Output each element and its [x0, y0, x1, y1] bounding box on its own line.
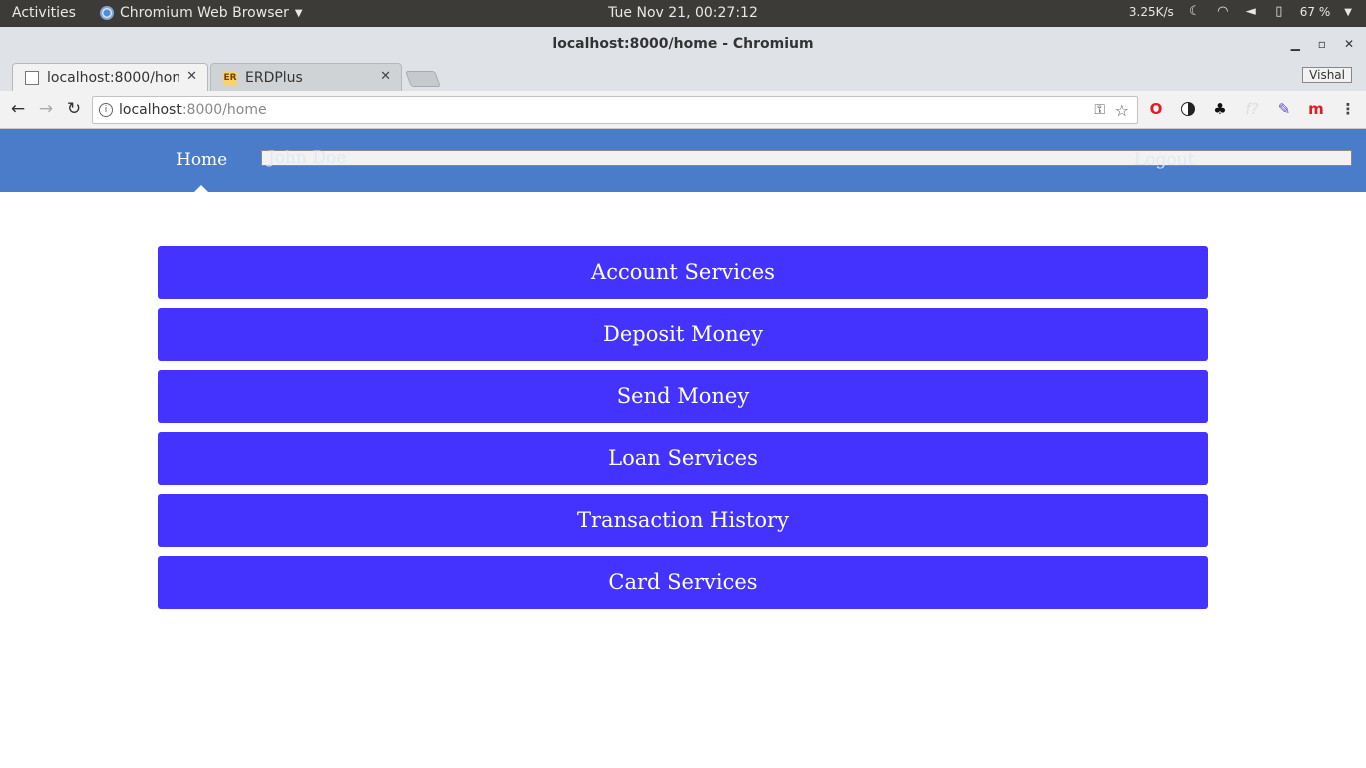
services-menu: Account Services Deposit Money Send Mone…: [158, 246, 1208, 618]
fx-extension-icon[interactable]: f?: [1242, 99, 1262, 119]
tab-localhost[interactable]: localhost:8000/hom ✕: [12, 63, 208, 91]
system-tray[interactable]: 3.25K/s ☾ ◠ ◄ ▯ 67 % ▼: [1128, 4, 1352, 20]
app-menu-label: Chromium Web Browser: [120, 5, 289, 21]
chevron-down-icon: ▼: [294, 7, 303, 19]
nav-home-link[interactable]: Home: [176, 150, 227, 170]
profile-button[interactable]: Vishal: [1302, 67, 1352, 83]
deposit-money-button[interactable]: Deposit Money: [158, 308, 1208, 361]
chevron-down-icon: ▼: [1344, 6, 1352, 18]
close-tab-icon[interactable]: ✕: [380, 69, 391, 84]
battery-icon: ▯: [1275, 4, 1283, 19]
loan-services-button[interactable]: Loan Services: [158, 432, 1208, 485]
send-money-button[interactable]: Send Money: [158, 370, 1208, 423]
browser-toolbar: ← → ↻ i localhost:8000/home ⚿ ☆ O ♣ f? ✎…: [0, 91, 1366, 129]
tab-label: localhost:8000/hom: [47, 70, 179, 86]
m-extension-icon[interactable]: m: [1306, 99, 1326, 119]
chromium-icon: [100, 6, 114, 20]
key-icon[interactable]: ⚿: [1094, 102, 1105, 118]
account-services-button[interactable]: Account Services: [158, 246, 1208, 299]
erdplus-icon: ER: [223, 71, 237, 85]
back-arrow-icon[interactable]: ←: [8, 99, 28, 119]
bookmark-star-icon[interactable]: ☆: [1115, 101, 1129, 120]
new-tab-button[interactable]: [405, 71, 441, 87]
forward-arrow-icon[interactable]: →: [36, 99, 56, 119]
transaction-history-button[interactable]: Transaction History: [158, 494, 1208, 547]
maximize-icon[interactable]: ▫: [1318, 37, 1326, 51]
info-icon[interactable]: i: [99, 103, 113, 117]
minimize-icon[interactable]: ▁: [1291, 37, 1300, 51]
app-menu[interactable]: Chromium Web Browser ▼: [100, 5, 303, 21]
tab-label: ERDPlus: [245, 70, 303, 86]
tab-strip: localhost:8000/hom ✕ ER ERDPlus ✕ Vishal: [0, 63, 1366, 91]
system-top-bar: Activities Chromium Web Browser ▼ Tue No…: [0, 0, 1366, 27]
url-host: localhost: [119, 102, 182, 118]
contrast-extension-icon[interactable]: [1178, 99, 1198, 119]
net-speed: 3.25K/s: [1128, 5, 1174, 19]
card-services-button[interactable]: Card Services: [158, 556, 1208, 609]
gnome-extension-icon[interactable]: ♣: [1210, 99, 1230, 119]
address-bar[interactable]: i localhost:8000/home ⚿ ☆: [92, 96, 1138, 124]
site-navbar: Home John Doe Logout: [0, 129, 1366, 192]
address-url[interactable]: localhost:8000/home: [119, 102, 267, 118]
reload-icon[interactable]: ↻: [64, 99, 84, 119]
window-controls: ▁ ▫ ✕: [1291, 37, 1354, 51]
page-icon: [25, 71, 39, 85]
night-mode-icon: ☾: [1188, 4, 1201, 19]
window-title: localhost:8000/home - Chromium: [552, 36, 814, 52]
close-icon[interactable]: ✕: [1344, 37, 1354, 51]
tab-erdplus[interactable]: ER ERDPlus ✕: [210, 63, 402, 91]
battery-level: 67 %: [1299, 5, 1331, 19]
opera-extension-icon[interactable]: O: [1146, 99, 1166, 119]
color-picker-icon[interactable]: ✎: [1274, 99, 1294, 119]
wifi-icon: ◠: [1217, 4, 1229, 19]
close-tab-icon[interactable]: ✕: [186, 69, 197, 84]
nav-logout-link[interactable]: Logout: [1134, 150, 1194, 170]
url-path: :8000/home: [181, 102, 267, 118]
active-indicator: [194, 185, 208, 192]
activities-button[interactable]: Activities: [12, 5, 76, 21]
window-title-bar: localhost:8000/home - Chromium ▁ ▫ ✕: [0, 27, 1366, 63]
chrome-menu-icon[interactable]: ⋮: [1338, 99, 1358, 119]
volume-icon: ◄: [1245, 4, 1256, 19]
